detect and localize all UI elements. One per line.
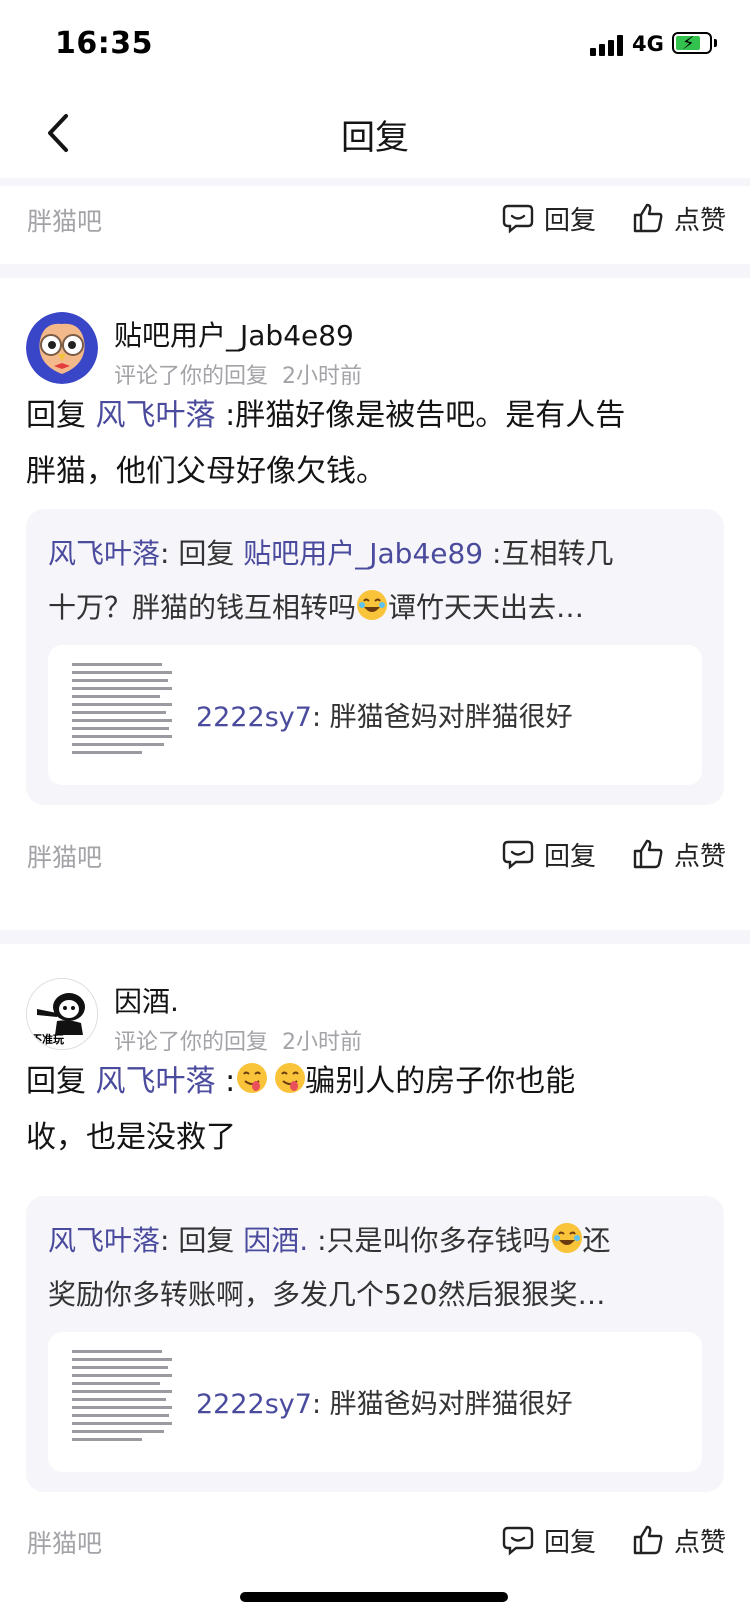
owl-avatar-icon	[26, 312, 98, 384]
avatar-caption: 不准玩	[31, 1033, 64, 1046]
notification-meta: 评论了你的回复 2小时前	[114, 1024, 362, 1056]
original-post-card[interactable]: 2222sy7: 胖猫爸妈对胖猫很好	[48, 645, 702, 785]
notification-card[interactable]: 不准玩 因酒. 评论了你的回复 2小时前 回复 风飞叶落 : 骗别人的房子你也能 收…	[0, 944, 750, 1584]
content-line: 骗别人的房子你也能	[305, 1064, 576, 1099]
content-line: 胖猫，他们父母好像欠钱。	[26, 454, 386, 489]
quote-target[interactable]: 贴吧用户_Jab4e89	[243, 537, 483, 570]
content-line: :胖猫好像是被告吧。是有人告	[215, 398, 626, 433]
status-time: 16:35	[55, 26, 153, 61]
reply-label: 回复	[544, 205, 597, 236]
content-line: 收，也是没救了	[26, 1120, 236, 1155]
post-thumbnail	[72, 663, 172, 767]
quote-target[interactable]: 因酒.	[243, 1224, 308, 1257]
quote-author[interactable]: 风飞叶落	[48, 537, 160, 570]
notification-card[interactable]: 贴吧用户_Jab4e89 评论了你的回复 2小时前 回复 风飞叶落 :胖猫好像是被…	[0, 278, 750, 923]
divider	[0, 930, 750, 944]
network-label: 4G	[632, 32, 664, 56]
timestamp: 2小时前	[282, 1030, 363, 1055]
card-footer: 胖猫吧 回复 点赞	[0, 814, 750, 894]
card-footer: 胖猫吧 回复 点赞	[0, 1500, 750, 1580]
origin-text: : 胖猫爸妈对胖猫很好	[311, 1389, 573, 1420]
forum-link[interactable]: 胖猫吧	[27, 202, 102, 238]
quote-text: 风飞叶落: 回复 贴吧用户_Jab4e89 :互相转几 十万？胖猫的钱互相转吗谭…	[48, 527, 698, 635]
quote-text: 风飞叶落: 回复 因酒. :只是叫你多存钱吗还 奖励你多转账啊，多发几个520然…	[48, 1214, 698, 1322]
comment-icon	[502, 1526, 534, 1556]
signal-icon	[590, 34, 626, 56]
notification-meta: 评论了你的回复 2小时前	[114, 358, 362, 390]
original-post-text: 2222sy7: 胖猫爸妈对胖猫很好	[196, 1382, 573, 1421]
thumbs-up-icon	[633, 1525, 663, 1555]
quote-line: 还	[582, 1224, 611, 1257]
thumbs-up-icon	[633, 203, 663, 233]
origin-author[interactable]: 2222sy7	[196, 702, 312, 733]
reply-button[interactable]: 回复	[502, 832, 596, 876]
mention-link[interactable]: 风飞叶落	[96, 398, 216, 433]
quote-line: :只是叫你多存钱吗	[308, 1224, 551, 1257]
like-button[interactable]: 点赞	[632, 196, 726, 240]
footer-row-top: 胖猫吧 回复 点赞	[0, 178, 750, 258]
battery-icon: ⚡	[672, 32, 712, 54]
quote-line: :互相转几	[483, 537, 614, 570]
comment-content[interactable]: 回复 风飞叶落 :胖猫好像是被告吧。是有人告 胖猫，他们父母好像欠钱。	[26, 388, 710, 500]
quote-mid: : 回复	[160, 537, 244, 570]
forum-link[interactable]: 胖猫吧	[27, 838, 102, 874]
battery-cap	[714, 39, 717, 47]
username[interactable]: 贴吧用户_Jab4e89	[114, 314, 354, 354]
laugh-cry-emoji	[551, 1218, 583, 1253]
timestamp: 2小时前	[282, 364, 363, 389]
action-text: 评论了你的回复	[114, 1030, 269, 1055]
avatar[interactable]: 不准玩	[26, 978, 98, 1050]
mention-link[interactable]: 风飞叶落	[96, 1064, 216, 1099]
quote-line: 奖励你多转账啊，多发几个520然后狠狠奖…	[48, 1278, 606, 1311]
home-indicator[interactable]	[240, 1592, 508, 1602]
comment-icon	[502, 204, 534, 234]
quote-line: 十万？胖猫的钱互相转吗	[48, 591, 357, 624]
like-button[interactable]: 点赞	[632, 832, 726, 876]
content-prefix: 回复	[26, 1064, 86, 1099]
tongue-emoji	[235, 1058, 268, 1093]
post-thumbnail	[72, 1350, 172, 1454]
like-button[interactable]: 点赞	[632, 1518, 726, 1562]
quote-author[interactable]: 风飞叶落	[48, 1224, 160, 1257]
page-title: 回复	[341, 118, 409, 158]
avatar[interactable]	[26, 312, 98, 384]
quote-mid: : 回复	[160, 1224, 244, 1257]
divider	[0, 264, 750, 278]
origin-text: : 胖猫爸妈对胖猫很好	[311, 702, 573, 733]
action-text: 评论了你的回复	[114, 364, 269, 389]
nav-bar: 回复	[0, 88, 750, 178]
comment-content[interactable]: 回复 风飞叶落 : 骗别人的房子你也能 收，也是没救了	[26, 1054, 710, 1166]
reply-label: 回复	[544, 1527, 597, 1558]
like-label: 点赞	[674, 841, 727, 872]
reply-button[interactable]: 回复	[502, 196, 596, 240]
reply-button[interactable]: 回复	[502, 1518, 596, 1562]
like-label: 点赞	[674, 205, 727, 236]
thumbs-up-icon	[633, 839, 663, 869]
quoted-reply[interactable]: 风飞叶落: 回复 贴吧用户_Jab4e89 :互相转几 十万？胖猫的钱互相转吗谭…	[26, 509, 724, 805]
comment-icon	[502, 840, 534, 870]
original-post-text: 2222sy7: 胖猫爸妈对胖猫很好	[196, 695, 573, 734]
forum-link[interactable]: 胖猫吧	[27, 1524, 102, 1560]
quoted-reply[interactable]: 风飞叶落: 回复 因酒. :只是叫你多存钱吗还 奖励你多转账啊，多发几个520然…	[26, 1196, 724, 1492]
laugh-cry-emoji	[356, 585, 388, 620]
reply-label: 回复	[544, 841, 597, 872]
status-bar: 16:35 4G ⚡	[0, 0, 750, 88]
origin-author[interactable]: 2222sy7	[196, 1389, 312, 1420]
username[interactable]: 因酒.	[114, 980, 179, 1020]
content-line: :	[215, 1064, 236, 1099]
like-label: 点赞	[674, 1527, 727, 1558]
quote-line: 谭竹天天出去…	[388, 591, 585, 624]
tongue-emoji	[273, 1058, 306, 1093]
content-prefix: 回复	[26, 398, 86, 433]
original-post-card[interactable]: 2222sy7: 胖猫爸妈对胖猫很好	[48, 1332, 702, 1472]
